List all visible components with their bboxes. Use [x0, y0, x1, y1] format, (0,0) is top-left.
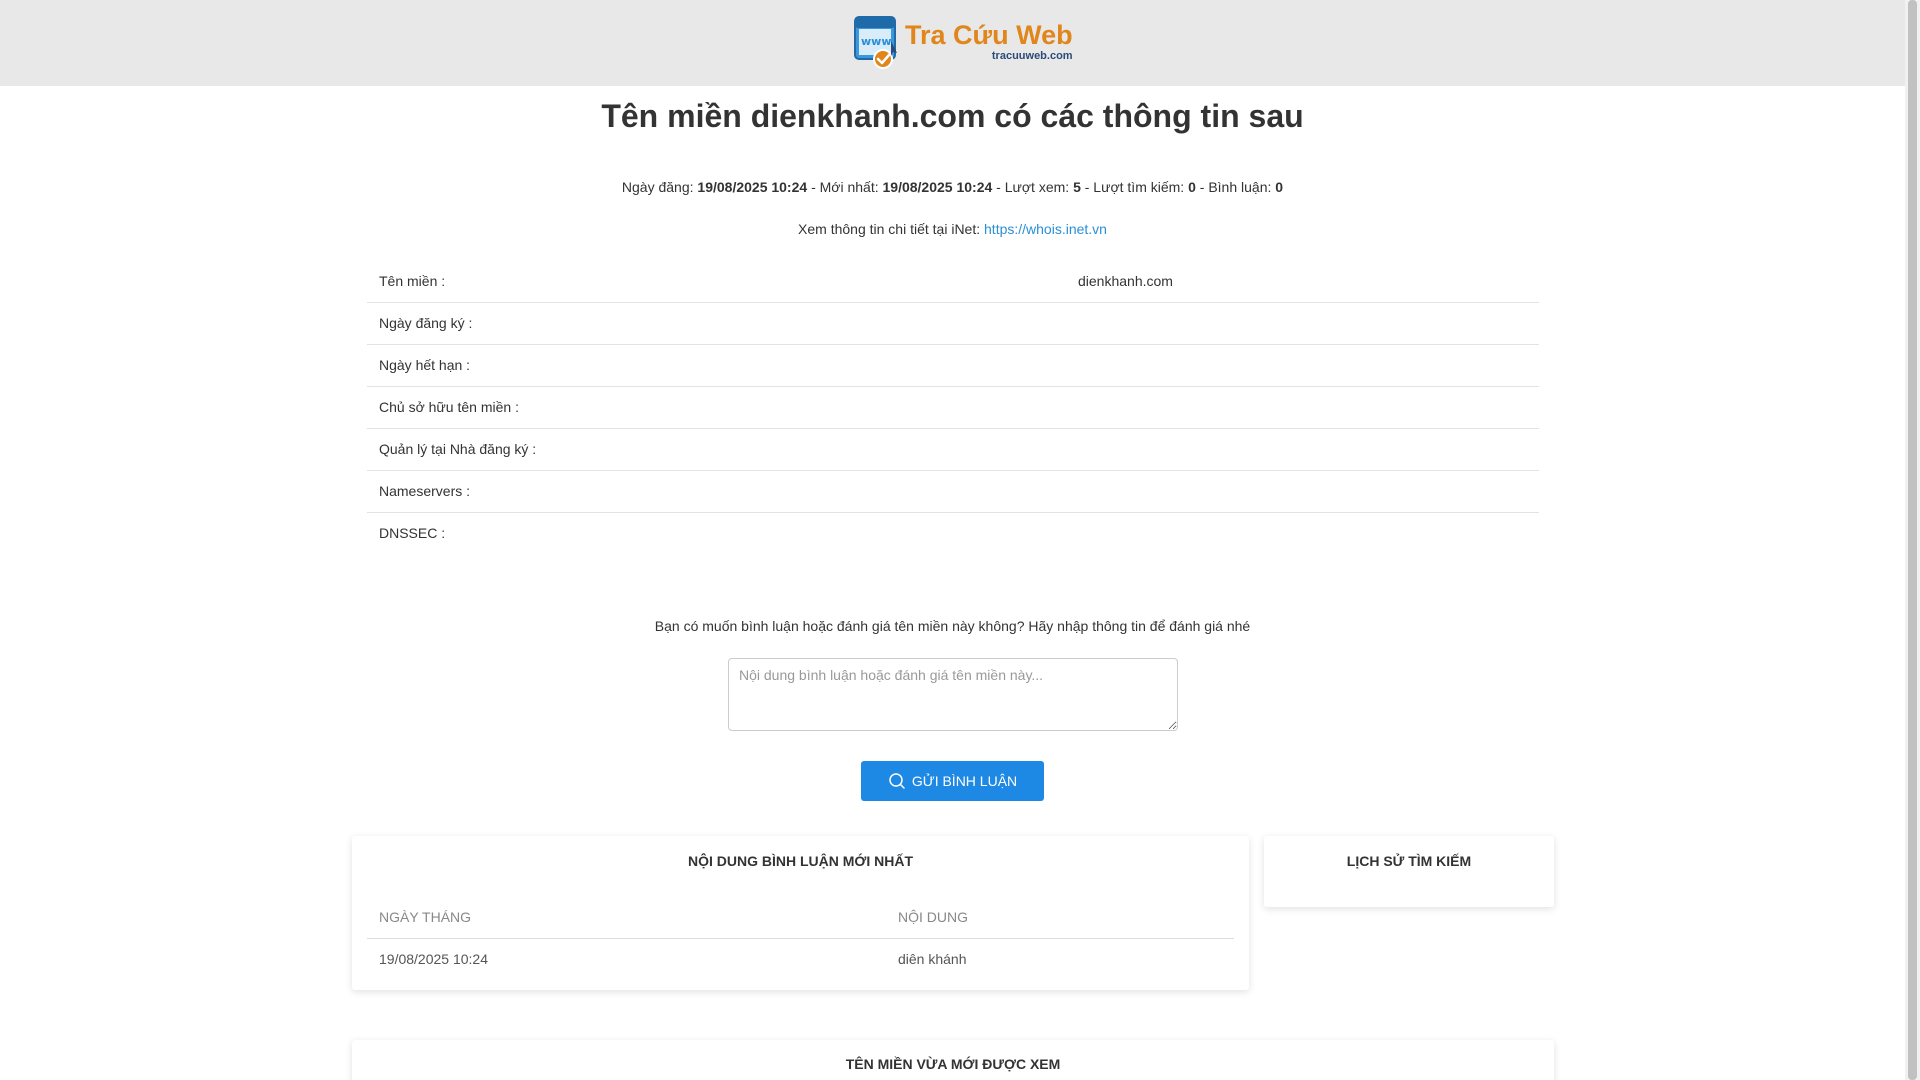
whois-value	[1066, 344, 1539, 387]
title-domain: dienkhanh.com	[750, 98, 986, 134]
whois-value: dienkhanh.com	[1066, 260, 1539, 303]
page-scrollbar[interactable]	[1905, 0, 1920, 1080]
comment-textarea[interactable]	[728, 658, 1178, 731]
search-history-title: LỊCH SỬ TÌM KIẾM	[1346, 853, 1472, 869]
inet-info: Xem thông tin chi tiết tại iNet: https:/…	[0, 221, 1905, 237]
send-comment-button[interactable]: GỬI BÌNH LUẬN	[861, 761, 1044, 801]
posted-label: Ngày đăng:	[621, 179, 694, 195]
comment-prompt: Bạn có muốn bình luận hoặc đánh giá tên …	[654, 618, 1251, 634]
column-content: NỘI DUNG	[886, 896, 1234, 939]
whois-key: Ngày đăng ký :	[367, 302, 1066, 345]
whois-value	[1066, 302, 1539, 345]
whois-key: Tên miền :	[367, 260, 1066, 303]
domain-stats: Ngày đăng: 19/08/2025 10:24 - Mới nhất: …	[0, 179, 1905, 195]
whois-key: Nameservers :	[367, 470, 1066, 513]
site-logo[interactable]: www Tra Cứu Web tracuuweb.com	[853, 15, 1073, 69]
whois-table: Tên miền : dienkhanh.com Ngày đăng ký : …	[367, 260, 1539, 554]
latest-comments-table: NGÀY THÁNG NỘI DUNG 19/08/2025 10:24 diê…	[367, 896, 1234, 980]
searches-label: - Lượt tìm kiếm:	[1084, 179, 1185, 195]
comment-content: diên khánh	[898, 951, 967, 968]
whois-key: Ngày hết hạn :	[367, 344, 1066, 387]
latest-value: 19/08/2025 10:24	[882, 179, 993, 195]
website-icon: www	[853, 15, 901, 69]
title-suffix: có các thông tin sau	[994, 98, 1304, 134]
site-header: www Tra Cứu Web tracuuweb.com	[0, 0, 1905, 86]
column-date: NGÀY THÁNG	[367, 896, 886, 939]
whois-row: Ngày hết hạn :	[367, 344, 1539, 387]
whois-value	[1066, 470, 1539, 513]
searches-value: 0	[1188, 179, 1196, 195]
table-header-row: NGÀY THÁNG NỘI DUNG	[367, 896, 1234, 939]
whois-row: Ngày đăng ký :	[367, 302, 1539, 345]
whois-value	[1066, 428, 1539, 471]
title-prefix: Tên miền	[601, 98, 742, 134]
whois-value	[1066, 386, 1539, 429]
inet-link[interactable]: https://whois.inet.vn	[984, 221, 1107, 237]
recently-viewed-card: TÊN MIỀN VỪA MỚI ĐƯỢC XEM	[352, 1040, 1554, 1080]
whois-key: Chủ sở hữu tên miền :	[367, 386, 1066, 429]
comments-label: - Bình luận:	[1199, 179, 1272, 195]
comment-date: 19/08/2025 10:24	[379, 951, 488, 968]
latest-label: - Mới nhất:	[811, 179, 879, 195]
recently-viewed-title: TÊN MIỀN VỪA MỚI ĐƯỢC XEM	[845, 1056, 1061, 1072]
table-row: 19/08/2025 10:24 diên khánh	[367, 938, 1234, 980]
search-icon	[888, 772, 906, 790]
search-history-card: LỊCH SỬ TÌM KIẾM	[1264, 836, 1554, 907]
views-label: - Lượt xem:	[996, 179, 1070, 195]
whois-key: DNSSEC :	[379, 525, 446, 542]
posted-value: 19/08/2025 10:24	[697, 179, 808, 195]
latest-comments-title: NỘI DUNG BÌNH LUẬN MỚI NHẤT	[687, 853, 914, 869]
whois-row: Quản lý tại Nhà đăng ký :	[367, 428, 1539, 471]
scrollbar-thumb[interactable]	[1908, 0, 1917, 1080]
www-label: www	[861, 35, 892, 48]
whois-key: Quản lý tại Nhà đăng ký :	[367, 428, 1066, 471]
inet-label: Xem thông tin chi tiết tại iNet:	[798, 221, 981, 237]
latest-comments-card: NỘI DUNG BÌNH LUẬN MỚI NHẤT NGÀY THÁNG N…	[352, 836, 1249, 990]
whois-row: DNSSEC :	[367, 512, 1539, 554]
whois-value	[1066, 512, 1539, 554]
send-comment-label: GỬI BÌNH LUẬN	[911, 773, 1018, 789]
whois-row: Tên miền : dienkhanh.com	[367, 260, 1539, 303]
logo-subtitle: tracuuweb.com	[991, 50, 1073, 62]
views-value: 5	[1073, 179, 1081, 195]
comments-value: 0	[1275, 179, 1284, 195]
page-title: Tên miền dienkhanh.com có các thông tin …	[0, 98, 1905, 135]
whois-row: Nameservers :	[367, 470, 1539, 513]
whois-row: Chủ sở hữu tên miền :	[367, 386, 1539, 429]
logo-title: Tra Cứu Web	[905, 20, 1073, 50]
